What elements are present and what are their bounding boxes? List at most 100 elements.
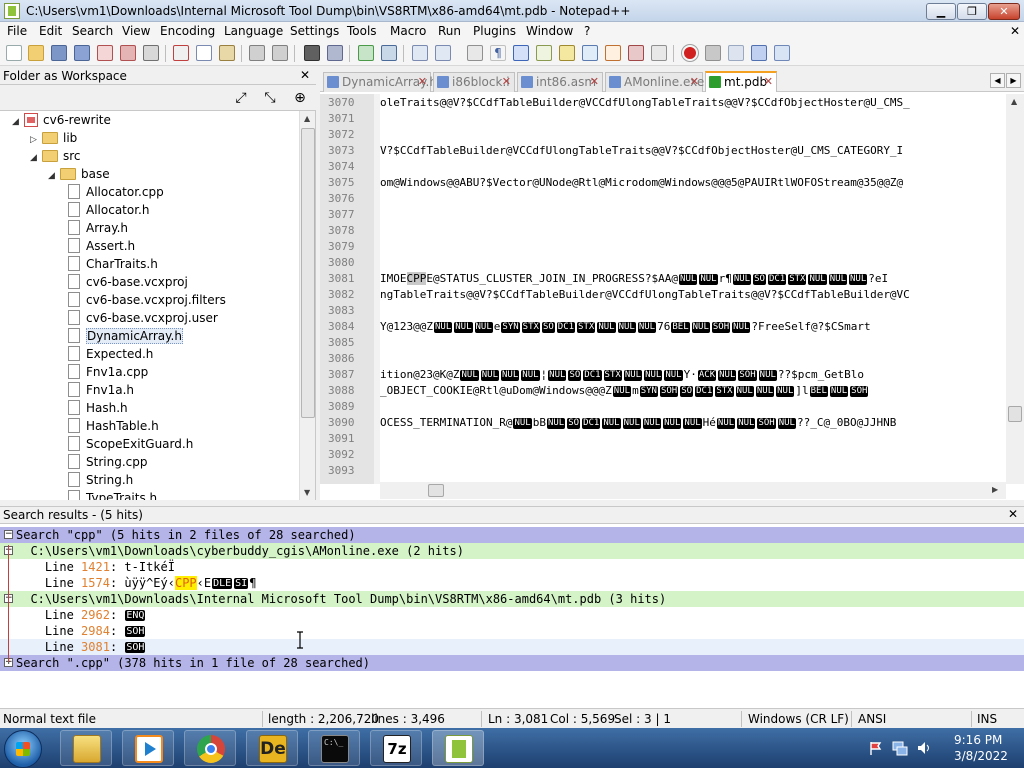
folder-workspace-icon[interactable] — [605, 45, 621, 61]
open-file-icon[interactable] — [28, 45, 44, 61]
menu-settings[interactable]: Settings — [290, 24, 339, 38]
tree-item[interactable]: DynamicArray.h — [68, 327, 183, 345]
show-all-chars-icon[interactable]: ¶ — [490, 45, 506, 61]
expand-all-icon[interactable]: ⤢ — [233, 90, 249, 106]
menu-edit[interactable]: Edit — [39, 24, 62, 38]
collapse-arrow-icon[interactable]: ◢ — [12, 113, 24, 131]
taskbar-notepad-plus-plus[interactable] — [432, 730, 484, 766]
tree-item[interactable]: ◢ base — [48, 165, 110, 183]
word-wrap-icon[interactable] — [467, 45, 483, 61]
tab-close-icon[interactable]: ✕ — [764, 73, 773, 91]
tree-item[interactable]: cv6-base.vcxproj.filters — [68, 291, 226, 309]
search-query-row[interactable]: + Search ".cpp" (378 hits in 1 file of 28… — [0, 655, 1024, 671]
menu-view[interactable]: View — [122, 24, 150, 38]
menu-language[interactable]: Language — [224, 24, 283, 38]
tree-vertical-scrollbar[interactable]: ▲ ▼ — [299, 111, 315, 500]
collapse-arrow-icon[interactable]: ◢ — [48, 167, 60, 185]
tree-item[interactable]: Allocator.cpp — [68, 183, 164, 201]
close-file-icon[interactable] — [97, 45, 113, 61]
monitoring-icon[interactable] — [628, 45, 644, 61]
tree-item[interactable]: CharTraits.h — [68, 255, 158, 273]
menu-run[interactable]: Run — [438, 24, 461, 38]
taskbar-chrome[interactable] — [184, 730, 236, 766]
copy-icon[interactable] — [196, 45, 212, 61]
panel-close-icon[interactable]: ✕ — [300, 68, 310, 82]
close-all-icon[interactable] — [120, 45, 136, 61]
status-encoding[interactable]: ANSI — [858, 712, 886, 726]
volume-icon[interactable] — [916, 740, 932, 756]
menu-search[interactable]: Search — [72, 24, 113, 38]
tab-mt-pdb[interactable]: mt.pdb ✕ — [705, 71, 777, 92]
tree-item[interactable]: String.h — [68, 471, 133, 489]
tree-item[interactable]: Allocator.h — [68, 201, 149, 219]
tree-item[interactable]: cv6-base.vcxproj — [68, 273, 188, 291]
save-icon[interactable] — [51, 45, 67, 61]
status-eol[interactable]: Windows (CR LF) — [748, 712, 849, 726]
cut-icon[interactable] — [173, 45, 189, 61]
maximize-button[interactable]: ❐ — [957, 3, 987, 20]
tree-scroll-thumb[interactable] — [301, 128, 315, 418]
tree-item[interactable]: Expected.h — [68, 345, 153, 363]
minimize-button[interactable]: ▁ — [926, 3, 956, 20]
search-file-row[interactable]: − C:\Users\vm1\Downloads\cyberbuddy_cgis… — [0, 543, 1024, 559]
search-file-row[interactable]: − C:\Users\vm1\Downloads\Internal Micros… — [0, 591, 1024, 607]
tab-int86-asm[interactable]: int86.asm ✕ — [517, 72, 603, 92]
replace-icon[interactable] — [327, 45, 343, 61]
search-hit-row[interactable]: Line 3081: SOH — [0, 639, 1024, 655]
status-insert-mode[interactable]: INS — [977, 712, 997, 726]
locate-file-icon[interactable]: ⊕ — [292, 90, 308, 106]
menu-tools[interactable]: Tools — [347, 24, 377, 38]
menu-plugins[interactable]: Plugins — [473, 24, 516, 38]
tree-item[interactable]: ◢ cv6-rewrite — [12, 111, 111, 129]
stop-macro-icon[interactable] — [705, 45, 721, 61]
sync-vertical-icon[interactable] — [412, 45, 428, 61]
tree-item[interactable]: Assert.h — [68, 237, 135, 255]
editor-hscroll-thumb[interactable] — [428, 484, 444, 497]
tree-item[interactable]: Hash.h — [68, 399, 128, 417]
search-hit-row[interactable]: Line 2984: SOH — [0, 623, 1024, 639]
tree-item[interactable]: Fnv1a.cpp — [68, 363, 148, 381]
doc-map-icon[interactable] — [582, 45, 598, 61]
status-selection[interactable]: Sel : 3 | 1 — [614, 712, 671, 726]
undo-icon[interactable] — [249, 45, 265, 61]
taskbar-media-player[interactable] — [122, 730, 174, 766]
tab-i86block-i[interactable]: i86block.i ✕ — [433, 72, 515, 92]
clock-time[interactable]: 9:16 PM — [954, 733, 1002, 747]
tab-scroll-left-icon[interactable]: ◀ — [990, 73, 1005, 88]
redo-icon[interactable] — [272, 45, 288, 61]
code-text-area[interactable]: oleTraits@@V?$CCdfTableBuilder@VCCdfUlon… — [380, 94, 1006, 484]
menu-file[interactable]: File — [7, 24, 27, 38]
function-list-icon[interactable] — [559, 45, 575, 61]
tab-close-icon[interactable]: ✕ — [502, 73, 511, 91]
tree-item[interactable]: ▷ lib — [30, 129, 77, 147]
tab-scroll-right-icon[interactable]: ▶ — [1006, 73, 1021, 88]
play-macro-icon[interactable] — [728, 45, 744, 61]
indent-guide-icon[interactable] — [513, 45, 529, 61]
tab-dynamicarray-h[interactable]: DynamicArray.h ✕ — [323, 72, 437, 92]
sync-horizontal-icon[interactable] — [435, 45, 451, 61]
print-icon[interactable] — [143, 45, 159, 61]
tab-close-icon[interactable]: ✕ — [590, 73, 599, 91]
record-macro-icon[interactable] — [682, 45, 698, 61]
tree-item[interactable]: String.cpp — [68, 453, 147, 471]
collapse-box-icon[interactable]: − — [4, 530, 13, 539]
menu-macro[interactable]: Macro — [390, 24, 426, 38]
tab-close-icon[interactable]: ✕ — [418, 73, 427, 91]
taskbar-de-app[interactable]: De — [246, 730, 298, 766]
status-column[interactable]: Col : 5,569 — [550, 712, 615, 726]
preview-icon[interactable] — [651, 45, 667, 61]
editor-vscroll-thumb[interactable] — [1008, 406, 1022, 422]
tree-item[interactable]: Array.h — [68, 219, 128, 237]
editor-horizontal-scrollbar[interactable]: ▶ — [380, 482, 1006, 499]
zoom-out-icon[interactable] — [381, 45, 397, 61]
close-document-icon[interactable]: ✕ — [1010, 24, 1020, 38]
taskbar-7zip[interactable]: 7z — [370, 730, 422, 766]
menu-window[interactable]: Window — [526, 24, 573, 38]
start-button[interactable] — [4, 730, 42, 768]
paste-icon[interactable] — [219, 45, 235, 61]
zoom-in-icon[interactable] — [358, 45, 374, 61]
close-window-button[interactable]: ✕ — [988, 3, 1020, 20]
editor-vertical-scrollbar[interactable]: ▲ — [1006, 94, 1024, 484]
tree-item[interactable]: cv6-base.vcxproj.user — [68, 309, 218, 327]
search-query-row[interactable]: − Search "cpp" (5 hits in 2 files of 28 s… — [0, 527, 1024, 543]
